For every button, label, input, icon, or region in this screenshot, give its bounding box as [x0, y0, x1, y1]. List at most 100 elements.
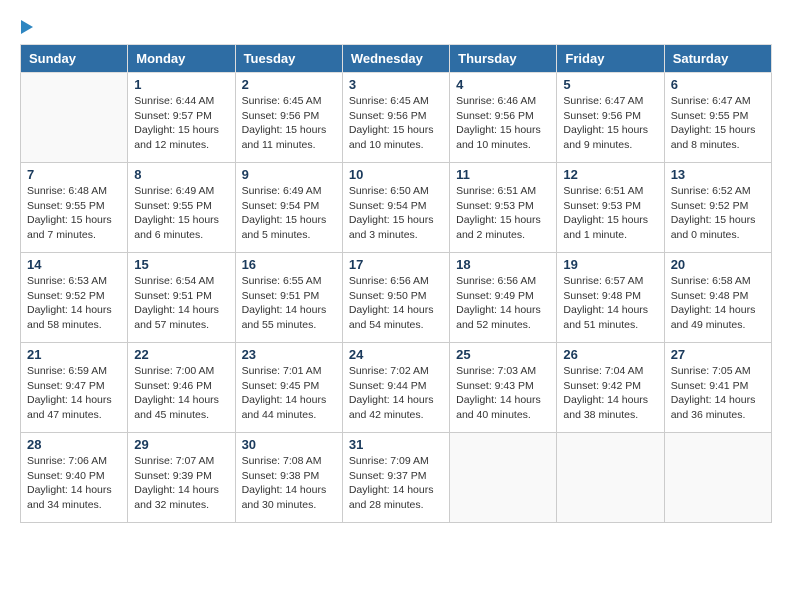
calendar-cell: 24 Sunrise: 7:02 AM Sunset: 9:44 PM Dayli… — [342, 343, 449, 433]
day-number: 3 — [349, 77, 443, 92]
day-info: Sunrise: 6:55 AM Sunset: 9:51 PM Dayligh… — [242, 274, 336, 333]
page-header — [20, 20, 772, 34]
day-info: Sunrise: 6:45 AM Sunset: 9:56 PM Dayligh… — [242, 94, 336, 153]
day-info: Sunrise: 6:57 AM Sunset: 9:48 PM Dayligh… — [563, 274, 657, 333]
calendar-header-tuesday: Tuesday — [235, 45, 342, 73]
calendar-cell: 16 Sunrise: 6:55 AM Sunset: 9:51 PM Dayli… — [235, 253, 342, 343]
day-number: 4 — [456, 77, 550, 92]
calendar-cell: 12 Sunrise: 6:51 AM Sunset: 9:53 PM Dayli… — [557, 163, 664, 253]
calendar-header-friday: Friday — [557, 45, 664, 73]
calendar-cell: 26 Sunrise: 7:04 AM Sunset: 9:42 PM Dayli… — [557, 343, 664, 433]
day-number: 11 — [456, 167, 550, 182]
calendar-cell: 18 Sunrise: 6:56 AM Sunset: 9:49 PM Dayli… — [450, 253, 557, 343]
calendar-cell: 7 Sunrise: 6:48 AM Sunset: 9:55 PM Daylig… — [21, 163, 128, 253]
calendar-cell: 20Sunrise: 6:58 AM Sunset: 9:48 PM Dayli… — [664, 253, 771, 343]
day-info: Sunrise: 6:45 AM Sunset: 9:56 PM Dayligh… — [349, 94, 443, 153]
day-number: 12 — [563, 167, 657, 182]
day-number: 29 — [134, 437, 228, 452]
day-number: 27 — [671, 347, 765, 362]
calendar-week-1: 1 Sunrise: 6:44 AM Sunset: 9:57 PM Daylig… — [21, 73, 772, 163]
day-number: 6 — [671, 77, 765, 92]
calendar-header-sunday: Sunday — [21, 45, 128, 73]
day-number: 19 — [563, 257, 657, 272]
calendar-header-row: SundayMondayTuesdayWednesdayThursdayFrid… — [21, 45, 772, 73]
logo — [20, 20, 33, 34]
calendar-cell: 28 Sunrise: 7:06 AM Sunset: 9:40 PM Dayli… — [21, 433, 128, 523]
calendar-header-wednesday: Wednesday — [342, 45, 449, 73]
day-number: 5 — [563, 77, 657, 92]
day-number: 2 — [242, 77, 336, 92]
day-number: 20 — [671, 257, 765, 272]
calendar-week-2: 7 Sunrise: 6:48 AM Sunset: 9:55 PM Daylig… — [21, 163, 772, 253]
calendar-week-3: 14Sunrise: 6:53 AM Sunset: 9:52 PM Dayli… — [21, 253, 772, 343]
day-info: Sunrise: 6:46 AM Sunset: 9:56 PM Dayligh… — [456, 94, 550, 153]
day-info: Sunrise: 6:51 AM Sunset: 9:53 PM Dayligh… — [456, 184, 550, 243]
day-info: Sunrise: 6:51 AM Sunset: 9:53 PM Dayligh… — [563, 184, 657, 243]
day-info: Sunrise: 6:49 AM Sunset: 9:55 PM Dayligh… — [134, 184, 228, 243]
calendar-week-4: 21Sunrise: 6:59 AM Sunset: 9:47 PM Dayli… — [21, 343, 772, 433]
day-number: 9 — [242, 167, 336, 182]
calendar-cell — [450, 433, 557, 523]
day-info: Sunrise: 7:01 AM Sunset: 9:45 PM Dayligh… — [242, 364, 336, 423]
calendar-cell: 1 Sunrise: 6:44 AM Sunset: 9:57 PM Daylig… — [128, 73, 235, 163]
day-info: Sunrise: 6:54 AM Sunset: 9:51 PM Dayligh… — [134, 274, 228, 333]
day-number: 31 — [349, 437, 443, 452]
day-number: 1 — [134, 77, 228, 92]
day-number: 17 — [349, 257, 443, 272]
day-info: Sunrise: 7:02 AM Sunset: 9:44 PM Dayligh… — [349, 364, 443, 423]
day-number: 21 — [27, 347, 121, 362]
calendar-cell: 9 Sunrise: 6:49 AM Sunset: 9:54 PM Daylig… — [235, 163, 342, 253]
day-info: Sunrise: 6:52 AM Sunset: 9:52 PM Dayligh… — [671, 184, 765, 243]
calendar-cell — [21, 73, 128, 163]
calendar-cell: 27 Sunrise: 7:05 AM Sunset: 9:41 PM Dayli… — [664, 343, 771, 433]
day-info: Sunrise: 6:56 AM Sunset: 9:49 PM Dayligh… — [456, 274, 550, 333]
calendar-cell: 17 Sunrise: 6:56 AM Sunset: 9:50 PM Dayli… — [342, 253, 449, 343]
calendar-cell — [664, 433, 771, 523]
calendar-week-5: 28 Sunrise: 7:06 AM Sunset: 9:40 PM Dayli… — [21, 433, 772, 523]
day-info: Sunrise: 7:06 AM Sunset: 9:40 PM Dayligh… — [27, 454, 121, 513]
day-info: Sunrise: 6:49 AM Sunset: 9:54 PM Dayligh… — [242, 184, 336, 243]
day-info: Sunrise: 6:44 AM Sunset: 9:57 PM Dayligh… — [134, 94, 228, 153]
calendar-header-thursday: Thursday — [450, 45, 557, 73]
calendar-cell: 14Sunrise: 6:53 AM Sunset: 9:52 PM Dayli… — [21, 253, 128, 343]
calendar-cell — [557, 433, 664, 523]
day-number: 7 — [27, 167, 121, 182]
calendar-cell: 4 Sunrise: 6:46 AM Sunset: 9:56 PM Daylig… — [450, 73, 557, 163]
day-number: 24 — [349, 347, 443, 362]
day-number: 25 — [456, 347, 550, 362]
day-number: 14 — [27, 257, 121, 272]
calendar-cell: 19 Sunrise: 6:57 AM Sunset: 9:48 PM Dayli… — [557, 253, 664, 343]
day-number: 30 — [242, 437, 336, 452]
calendar-cell: 15Sunrise: 6:54 AM Sunset: 9:51 PM Dayli… — [128, 253, 235, 343]
calendar-cell: 21Sunrise: 6:59 AM Sunset: 9:47 PM Dayli… — [21, 343, 128, 433]
day-info: Sunrise: 6:48 AM Sunset: 9:55 PM Dayligh… — [27, 184, 121, 243]
calendar-cell: 10Sunrise: 6:50 AM Sunset: 9:54 PM Dayli… — [342, 163, 449, 253]
day-number: 10 — [349, 167, 443, 182]
day-number: 16 — [242, 257, 336, 272]
day-number: 18 — [456, 257, 550, 272]
calendar-cell: 29 Sunrise: 7:07 AM Sunset: 9:39 PM Dayli… — [128, 433, 235, 523]
day-number: 28 — [27, 437, 121, 452]
day-info: Sunrise: 6:56 AM Sunset: 9:50 PM Dayligh… — [349, 274, 443, 333]
day-number: 13 — [671, 167, 765, 182]
calendar-table: SundayMondayTuesdayWednesdayThursdayFrid… — [20, 44, 772, 523]
calendar-cell: 11 Sunrise: 6:51 AM Sunset: 9:53 PM Dayli… — [450, 163, 557, 253]
day-info: Sunrise: 7:00 AM Sunset: 9:46 PM Dayligh… — [134, 364, 228, 423]
day-info: Sunrise: 7:04 AM Sunset: 9:42 PM Dayligh… — [563, 364, 657, 423]
calendar-cell: 30 Sunrise: 7:08 AM Sunset: 9:38 PM Dayli… — [235, 433, 342, 523]
calendar-cell: 31 Sunrise: 7:09 AM Sunset: 9:37 PM Dayli… — [342, 433, 449, 523]
day-info: Sunrise: 7:07 AM Sunset: 9:39 PM Dayligh… — [134, 454, 228, 513]
day-info: Sunrise: 7:09 AM Sunset: 9:37 PM Dayligh… — [349, 454, 443, 513]
day-number: 26 — [563, 347, 657, 362]
calendar-cell: 3 Sunrise: 6:45 AM Sunset: 9:56 PM Daylig… — [342, 73, 449, 163]
day-info: Sunrise: 6:47 AM Sunset: 9:56 PM Dayligh… — [563, 94, 657, 153]
day-info: Sunrise: 7:08 AM Sunset: 9:38 PM Dayligh… — [242, 454, 336, 513]
calendar-cell: 22Sunrise: 7:00 AM Sunset: 9:46 PM Dayli… — [128, 343, 235, 433]
calendar-cell: 8 Sunrise: 6:49 AM Sunset: 9:55 PM Daylig… — [128, 163, 235, 253]
day-info: Sunrise: 7:05 AM Sunset: 9:41 PM Dayligh… — [671, 364, 765, 423]
day-number: 8 — [134, 167, 228, 182]
calendar-header-monday: Monday — [128, 45, 235, 73]
calendar-cell: 6Sunrise: 6:47 AM Sunset: 9:55 PM Daylig… — [664, 73, 771, 163]
calendar-header-saturday: Saturday — [664, 45, 771, 73]
logo-arrow-icon — [21, 20, 33, 34]
